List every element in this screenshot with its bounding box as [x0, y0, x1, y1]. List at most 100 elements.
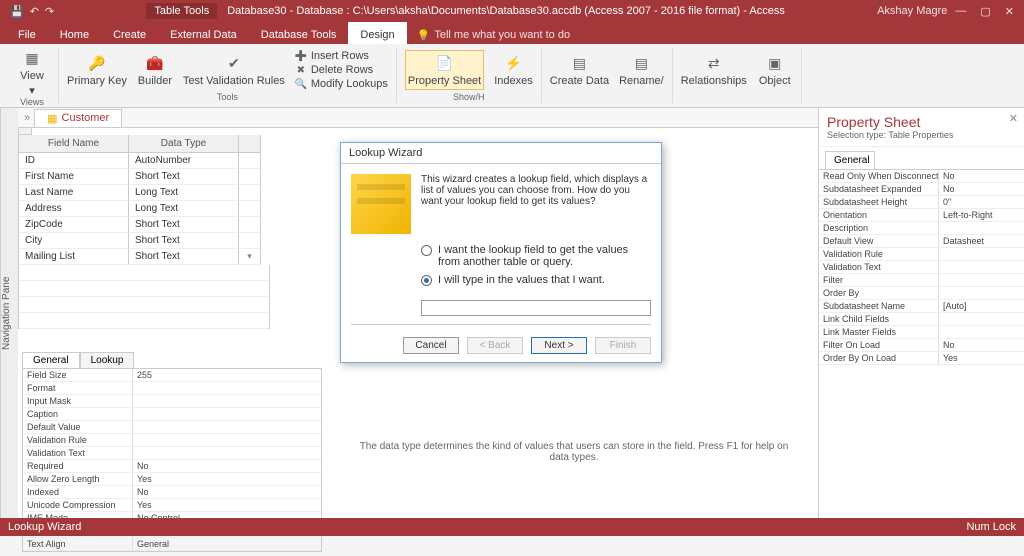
- field-row[interactable]: First Name Short Text: [18, 169, 270, 185]
- col-data-type[interactable]: Data Type: [129, 135, 239, 153]
- property-row[interactable]: Order By: [819, 287, 1024, 300]
- col-field-name[interactable]: Field Name: [19, 135, 129, 153]
- field-prop-row[interactable]: Validation Rule: [23, 434, 321, 447]
- close-icon[interactable]: ✕: [1005, 5, 1014, 18]
- undo-icon[interactable]: ↶: [30, 5, 39, 18]
- tab-create[interactable]: Create: [101, 22, 158, 44]
- data-type-cell[interactable]: AutoNumber: [129, 153, 239, 169]
- tab-home[interactable]: Home: [48, 22, 101, 44]
- ps-tab-general[interactable]: General: [825, 151, 875, 169]
- delete-rows-button[interactable]: ✖Delete Rows: [295, 64, 388, 76]
- tab-external-data[interactable]: External Data: [158, 22, 249, 44]
- dropdown-icon[interactable]: [239, 153, 261, 169]
- rename-button[interactable]: ▤Rename/: [619, 53, 664, 87]
- data-type-cell[interactable]: Long Text: [129, 201, 239, 217]
- field-row[interactable]: City Short Text: [18, 233, 270, 249]
- indexes-button[interactable]: ⚡Indexes: [494, 53, 533, 87]
- user-name[interactable]: Akshay Magre: [877, 5, 947, 17]
- fp-tab-lookup[interactable]: Lookup: [80, 352, 135, 368]
- tab-design[interactable]: Design: [348, 22, 406, 44]
- back-button[interactable]: < Back: [467, 337, 523, 354]
- field-name-cell[interactable]: Last Name: [19, 185, 129, 201]
- dropdown-icon[interactable]: [239, 201, 261, 217]
- field-prop-row[interactable]: Text AlignGeneral: [23, 538, 321, 551]
- maximize-icon[interactable]: ▢: [980, 5, 990, 18]
- field-prop-row[interactable]: Validation Text: [23, 447, 321, 460]
- relationships-button[interactable]: ⇄Relationships: [681, 53, 747, 87]
- dropdown-icon[interactable]: [239, 233, 261, 249]
- property-row[interactable]: Subdatasheet ExpandedNo: [819, 183, 1024, 196]
- property-row[interactable]: Description: [819, 222, 1024, 235]
- property-row[interactable]: Validation Text: [819, 261, 1024, 274]
- field-row[interactable]: ZipCode Short Text: [18, 217, 270, 233]
- field-prop-row[interactable]: Allow Zero LengthYes: [23, 473, 321, 486]
- property-sheet-button[interactable]: 📄Property Sheet: [405, 50, 484, 90]
- object-button[interactable]: ▣Object: [757, 53, 793, 87]
- field-name-cell[interactable]: First Name: [19, 169, 129, 185]
- property-row[interactable]: Read Only When DisconnectNo: [819, 170, 1024, 183]
- field-row[interactable]: Address Long Text: [18, 201, 270, 217]
- field-name-cell[interactable]: Address: [19, 201, 129, 217]
- view-button[interactable]: ▦View▾: [14, 48, 50, 97]
- expand-nav-icon[interactable]: »: [24, 112, 30, 124]
- redo-icon[interactable]: ↷: [45, 5, 54, 18]
- builder-button[interactable]: 🧰Builder: [137, 53, 173, 87]
- field-row[interactable]: Last Name Long Text: [18, 185, 270, 201]
- field-row[interactable]: ID AutoNumber: [18, 153, 270, 169]
- dialog-input[interactable]: [421, 300, 651, 316]
- field-prop-row[interactable]: IndexedNo: [23, 486, 321, 499]
- fp-tab-general[interactable]: General: [22, 352, 80, 368]
- field-grid[interactable]: Field Name Data Type: [18, 128, 270, 153]
- navigation-pane-collapsed[interactable]: Navigation Pane: [0, 108, 18, 518]
- property-row[interactable]: OrientationLeft-to-Right: [819, 209, 1024, 222]
- field-name-cell[interactable]: ID: [19, 153, 129, 169]
- tab-database-tools[interactable]: Database Tools: [249, 22, 349, 44]
- property-row[interactable]: Link Child Fields: [819, 313, 1024, 326]
- property-sheet-grid[interactable]: Read Only When DisconnectNoSubdatasheet …: [819, 169, 1024, 365]
- field-prop-row[interactable]: RequiredNo: [23, 460, 321, 473]
- field-row[interactable]: Mailing List Short Text ▾: [18, 249, 270, 265]
- property-row[interactable]: Link Master Fields: [819, 326, 1024, 339]
- property-row[interactable]: Filter: [819, 274, 1024, 287]
- data-type-cell[interactable]: Short Text: [129, 249, 239, 265]
- property-sheet-close-icon[interactable]: ✕: [1009, 112, 1018, 125]
- empty-rows[interactable]: [18, 265, 270, 329]
- field-prop-row[interactable]: Format: [23, 382, 321, 395]
- primary-key-button[interactable]: 🔑Primary Key: [67, 53, 127, 87]
- next-button[interactable]: Next >: [531, 337, 587, 354]
- property-row[interactable]: Subdatasheet Name[Auto]: [819, 300, 1024, 313]
- field-name-cell[interactable]: ZipCode: [19, 217, 129, 233]
- dropdown-icon[interactable]: ▾: [239, 249, 261, 265]
- doc-tab-customer[interactable]: ▦Customer: [34, 109, 122, 127]
- data-type-cell[interactable]: Short Text: [129, 217, 239, 233]
- property-row[interactable]: Subdatasheet Height0": [819, 196, 1024, 209]
- property-row[interactable]: Order By On LoadYes: [819, 352, 1024, 365]
- modify-lookups-button[interactable]: 🔍Modify Lookups: [295, 78, 388, 90]
- radio-from-table[interactable]: I want the lookup field to get the value…: [421, 244, 651, 268]
- tell-me[interactable]: 💡Tell me what you want to do: [407, 22, 580, 44]
- data-type-cell[interactable]: Short Text: [129, 169, 239, 185]
- data-type-cell[interactable]: Long Text: [129, 185, 239, 201]
- dropdown-icon[interactable]: [239, 185, 261, 201]
- dropdown-icon[interactable]: [239, 217, 261, 233]
- data-type-cell[interactable]: Short Text: [129, 233, 239, 249]
- field-name-cell[interactable]: Mailing List: [19, 249, 129, 265]
- minimize-icon[interactable]: —: [955, 5, 966, 18]
- field-prop-row[interactable]: Input Mask: [23, 395, 321, 408]
- radio-type-values[interactable]: I will type in the values that I want.: [421, 274, 651, 286]
- field-prop-row[interactable]: Default Value: [23, 421, 321, 434]
- field-name-cell[interactable]: City: [19, 233, 129, 249]
- insert-rows-button[interactable]: ➕Insert Rows: [295, 50, 388, 62]
- test-validation-button[interactable]: ✔Test Validation Rules: [183, 53, 285, 87]
- field-prop-row[interactable]: Field Size255: [23, 369, 321, 382]
- create-data-button[interactable]: ▤Create Data: [550, 53, 609, 87]
- tab-file[interactable]: File: [6, 22, 48, 44]
- field-prop-row[interactable]: Unicode CompressionYes: [23, 499, 321, 512]
- finish-button[interactable]: Finish: [595, 337, 651, 354]
- property-row[interactable]: Default ViewDatasheet: [819, 235, 1024, 248]
- property-row[interactable]: Validation Rule: [819, 248, 1024, 261]
- field-prop-row[interactable]: Caption: [23, 408, 321, 421]
- property-row[interactable]: Filter On LoadNo: [819, 339, 1024, 352]
- save-icon[interactable]: 💾: [10, 5, 24, 18]
- cancel-button[interactable]: Cancel: [403, 337, 459, 354]
